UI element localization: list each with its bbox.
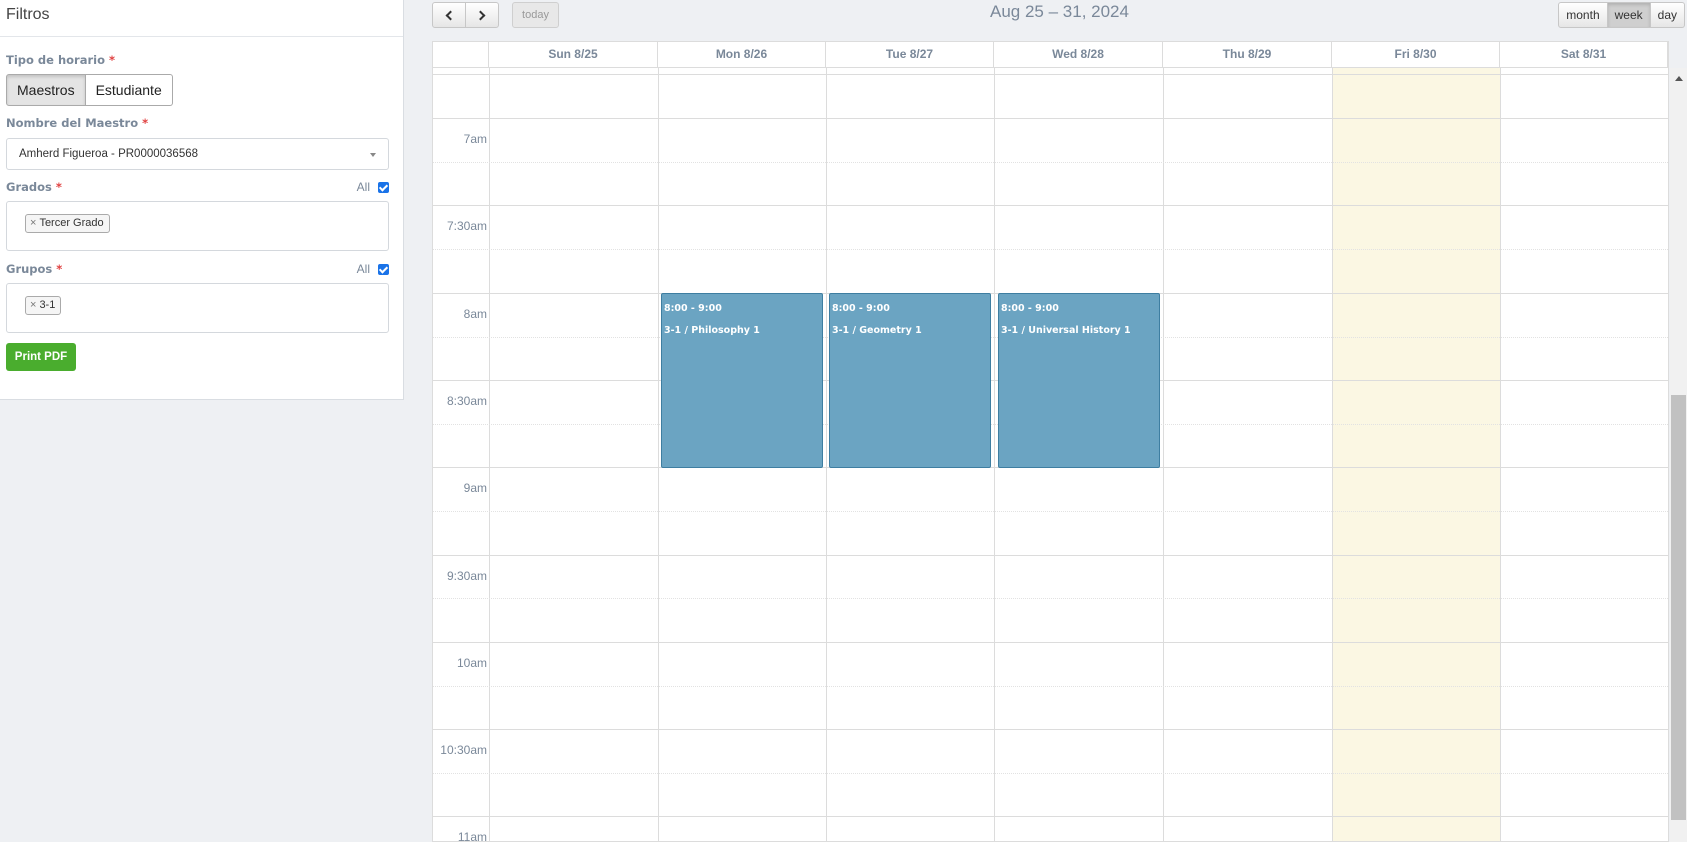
time-label: 11am	[457, 830, 487, 842]
day-header-wed: Wed 8/28	[994, 42, 1163, 68]
grades-all-label: All	[356, 180, 370, 194]
column-divider	[489, 68, 490, 841]
slot-line	[433, 118, 1668, 119]
slot-line	[433, 205, 1668, 206]
view-day-button[interactable]: day	[1650, 2, 1685, 28]
slot-line	[433, 816, 1668, 817]
day-header-sun: Sun 8/25	[489, 42, 658, 68]
group-tag: × 3-1	[25, 296, 62, 315]
group-tag-label: 3-1	[39, 299, 56, 311]
event-title: 3-1 / Geometry 1	[832, 325, 922, 336]
required-mark: *	[56, 262, 63, 276]
slot-line	[433, 511, 1668, 512]
event-time: 8:00 - 9:00	[832, 303, 890, 314]
chevron-down-icon	[370, 153, 376, 157]
event-time: 8:00 - 9:00	[1001, 303, 1059, 314]
slot-line	[433, 555, 1668, 556]
prev-week-button[interactable]	[432, 2, 466, 28]
required-mark: *	[55, 180, 62, 194]
column-divider	[826, 68, 827, 841]
time-label: 10am	[456, 656, 487, 670]
slot-line	[433, 249, 1668, 250]
groups-multiselect[interactable]: × 3-1	[6, 283, 389, 333]
calendar-title: Aug 25 – 31, 2024	[990, 2, 1129, 21]
slot-line	[433, 642, 1668, 643]
today-column-highlight	[1332, 68, 1500, 841]
column-divider	[1163, 68, 1164, 841]
event-title: 3-1 / Universal History 1	[1001, 325, 1131, 336]
option-estudiante-button[interactable]: Estudiante	[85, 74, 173, 106]
time-label: 10:30am	[440, 743, 487, 757]
day-header-sat: Sat 8/31	[1500, 42, 1668, 68]
column-divider	[1332, 68, 1333, 841]
today-button[interactable]: today	[512, 2, 559, 28]
event-title: 3-1 / Philosophy 1	[664, 325, 760, 336]
teacher-select[interactable]: Amherd Figueroa - PR0000036568	[6, 138, 389, 170]
day-header-fri: Fri 8/30	[1332, 42, 1500, 68]
time-label: 9:30am	[446, 569, 487, 583]
slot-line	[433, 729, 1668, 730]
grades-all-toggle: All	[357, 180, 389, 194]
grades-label-text: Grados	[6, 180, 52, 194]
day-header-tue: Tue 8/27	[826, 42, 994, 68]
event-time: 8:00 - 9:00	[664, 303, 722, 314]
groups-all-label: All	[356, 262, 370, 276]
groups-label-text: Grupos	[6, 262, 53, 276]
required-mark: *	[109, 53, 116, 67]
time-label: 7:30am	[446, 219, 487, 233]
groups-all-toggle: All	[357, 262, 389, 276]
required-mark: *	[142, 116, 149, 130]
column-divider	[1668, 68, 1669, 841]
scroll-up-arrow-icon[interactable]	[1675, 76, 1683, 81]
filters-panel: Filtros Tipo de horario * Maestros Estudi…	[0, 0, 404, 400]
grades-label: Grados *	[6, 180, 62, 194]
event-philosophy[interactable]: 8:00 - 9:00 3-1 / Philosophy 1	[661, 293, 823, 468]
axis-header	[433, 42, 489, 68]
column-divider	[994, 68, 995, 841]
schedule-type-toggle: Maestros Estudiante	[6, 74, 173, 106]
grades-multiselect[interactable]: × Tercer Grado	[6, 201, 389, 251]
slot-line	[433, 598, 1668, 599]
time-label: 9am	[463, 481, 487, 495]
chevron-right-icon	[475, 10, 486, 20]
remove-tag-icon[interactable]: ×	[30, 299, 36, 311]
slot-line	[433, 74, 1668, 75]
chevron-left-icon	[445, 10, 456, 20]
column-divider	[658, 68, 659, 841]
panel-title: Filtros	[0, 0, 403, 37]
day-header-mon: Mon 8/26	[658, 42, 826, 68]
grade-tag-label: Tercer Grado	[39, 217, 104, 229]
slot-line	[433, 773, 1668, 774]
option-maestros-button[interactable]: Maestros	[6, 74, 86, 106]
event-universal-history[interactable]: 8:00 - 9:00 3-1 / Universal History 1	[998, 293, 1160, 468]
time-label: 8am	[463, 307, 487, 321]
day-header-thu: Thu 8/29	[1163, 42, 1332, 68]
slot-line	[433, 686, 1668, 687]
slot-line	[433, 162, 1668, 163]
time-label: 7am	[463, 132, 487, 146]
view-switcher: month week day	[1558, 2, 1685, 28]
teacher-label-text: Nombre del Maestro	[6, 116, 139, 130]
print-pdf-button[interactable]: Print PDF	[6, 343, 76, 371]
groups-label: Grupos *	[6, 262, 62, 276]
groups-all-checkbox[interactable]	[378, 263, 389, 275]
schedule-type-label: Tipo de horario *	[6, 53, 115, 67]
scrollbar-thumb[interactable]	[1671, 395, 1686, 820]
next-week-button[interactable]	[465, 2, 499, 28]
column-divider	[1500, 68, 1501, 841]
week-calendar: Sun 8/25 Mon 8/26 Tue 8/27 Wed 8/28 Thu …	[432, 41, 1669, 842]
teacher-select-value: Amherd Figueroa - PR0000036568	[19, 148, 199, 160]
teacher-label: Nombre del Maestro *	[6, 116, 148, 130]
remove-tag-icon[interactable]: ×	[30, 217, 36, 229]
schedule-type-label-text: Tipo de horario	[6, 53, 105, 67]
grades-all-checkbox[interactable]	[378, 181, 389, 193]
time-label: 8:30am	[446, 394, 487, 408]
view-week-button[interactable]: week	[1607, 2, 1651, 28]
event-geometry[interactable]: 8:00 - 9:00 3-1 / Geometry 1	[829, 293, 991, 468]
grade-tag: × Tercer Grado	[25, 214, 110, 233]
view-month-button[interactable]: month	[1558, 2, 1608, 28]
